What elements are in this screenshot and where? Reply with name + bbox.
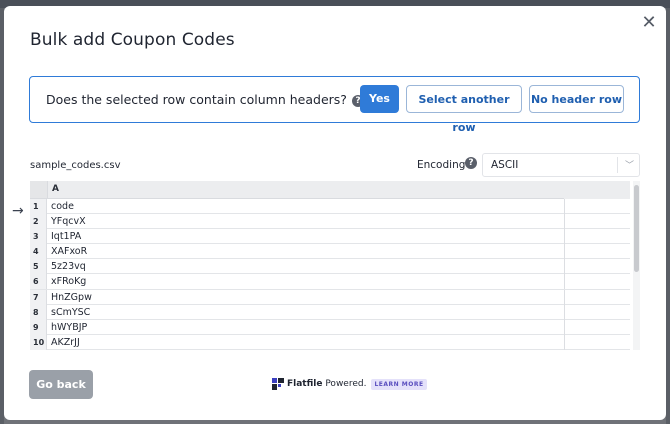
column-divider xyxy=(564,214,565,230)
table-cell[interactable]: code xyxy=(51,199,74,214)
table-cell[interactable]: YFqcvX xyxy=(51,214,86,229)
table-cell[interactable]: hWYBJP xyxy=(51,320,87,335)
select-another-row-button[interactable]: Select another row xyxy=(406,85,522,134)
table-cell[interactable]: AKZrJJ xyxy=(51,335,80,350)
column-divider xyxy=(564,319,565,335)
table-cell[interactable]: sCmYSC xyxy=(51,305,90,320)
table-cell[interactable]: HnZGpw xyxy=(51,290,92,305)
go-back-button[interactable]: Go back xyxy=(29,370,93,399)
column-divider xyxy=(564,244,565,260)
row-number: 5 xyxy=(30,259,47,275)
encoding-divider xyxy=(617,157,618,173)
header-question-box: Does the selected row contain column hea… xyxy=(29,76,640,134)
row-number: 1 xyxy=(30,199,47,214)
column-divider xyxy=(564,289,565,305)
encoding-select[interactable]: ASCII ﹀ xyxy=(482,153,640,177)
row-number: 3 xyxy=(30,229,47,245)
row-number: 8 xyxy=(30,304,47,320)
table-row[interactable]: 5 5z23vq xyxy=(30,259,630,275)
file-name: sample_codes.csv xyxy=(30,160,121,171)
table-row[interactable]: 7 HnZGpw xyxy=(30,289,630,305)
bulk-add-dialog: Bulk add Coupon Codes ✕ Does the selecte… xyxy=(4,6,666,420)
column-divider xyxy=(564,274,565,290)
grid-scrollbar[interactable] xyxy=(634,185,639,272)
powered-suffix: Powered. xyxy=(322,379,367,389)
table-row[interactable]: 3 Iqt1PA xyxy=(30,229,630,245)
table-row[interactable]: 6 xFRoKg xyxy=(30,274,630,290)
table-row[interactable]: 4 XAFxoR xyxy=(30,244,630,260)
table-cell[interactable]: Iqt1PA xyxy=(51,229,81,244)
row-number: 7 xyxy=(30,289,47,305)
column-divider xyxy=(564,304,565,320)
encoding-help-icon[interactable]: ? xyxy=(465,157,477,169)
encoding-label: Encoding xyxy=(417,159,466,171)
row-number: 4 xyxy=(30,244,47,260)
data-grid: A 1 code 2 YFqcvX 3 Iqt1PA 4 XAFxoR 5 5z23vq 6 xFRo… xyxy=(30,181,640,350)
backdrop-right xyxy=(666,8,670,424)
row-number: 2 xyxy=(30,214,47,230)
powered-by-flatfile: Flatfile Powered. LEARN MORE xyxy=(272,377,427,391)
table-cell[interactable]: xFRoKg xyxy=(51,274,86,289)
row-number: 6 xyxy=(30,274,47,290)
powered-text: Flatfile Powered. xyxy=(287,379,366,389)
flatfile-logo-icon xyxy=(272,378,284,390)
close-icon[interactable]: ✕ xyxy=(640,14,658,32)
header-question-text: Does the selected row contain column hea… xyxy=(46,92,347,107)
powered-brand: Flatfile xyxy=(287,379,323,389)
grid-rows: 1 code 2 YFqcvX 3 Iqt1PA 4 XAFxoR 5 5z23vq 6 xFRoKg… xyxy=(30,199,630,350)
table-cell[interactable]: 5z23vq xyxy=(51,259,86,274)
table-row[interactable]: 1 code xyxy=(30,199,630,215)
row-number: 9 xyxy=(30,319,47,335)
column-divider xyxy=(564,259,565,275)
grid-corner xyxy=(30,181,48,198)
table-row[interactable]: 9 hWYBJP xyxy=(30,319,630,335)
header-question: Does the selected row contain column hea… xyxy=(46,92,364,107)
yes-button[interactable]: Yes xyxy=(360,85,399,113)
table-row[interactable]: 2 YFqcvX xyxy=(30,214,630,230)
grid-header-row: A xyxy=(30,181,564,199)
column-header-a[interactable]: A xyxy=(52,184,59,194)
table-cell[interactable]: XAFxoR xyxy=(51,244,87,259)
no-header-row-button[interactable]: No header row xyxy=(529,85,624,113)
row-number: 10 xyxy=(30,334,47,350)
column-divider xyxy=(564,229,565,245)
learn-more-link[interactable]: LEARN MORE xyxy=(371,378,427,390)
column-divider xyxy=(564,334,565,350)
dialog-title: Bulk add Coupon Codes xyxy=(30,30,235,50)
table-row[interactable]: 10 AKZrJJ xyxy=(30,334,630,350)
selected-row-arrow-icon: → xyxy=(12,203,24,219)
grid-area: A 1 code 2 YFqcvX 3 Iqt1PA 4 XAFxoR 5 5z23vq 6 xFRo… xyxy=(30,181,630,350)
encoding-value: ASCII xyxy=(491,159,519,171)
table-row[interactable]: 8 sCmYSC xyxy=(30,304,630,320)
chevron-down-icon[interactable]: ﹀ xyxy=(625,158,634,171)
column-divider xyxy=(564,199,565,214)
